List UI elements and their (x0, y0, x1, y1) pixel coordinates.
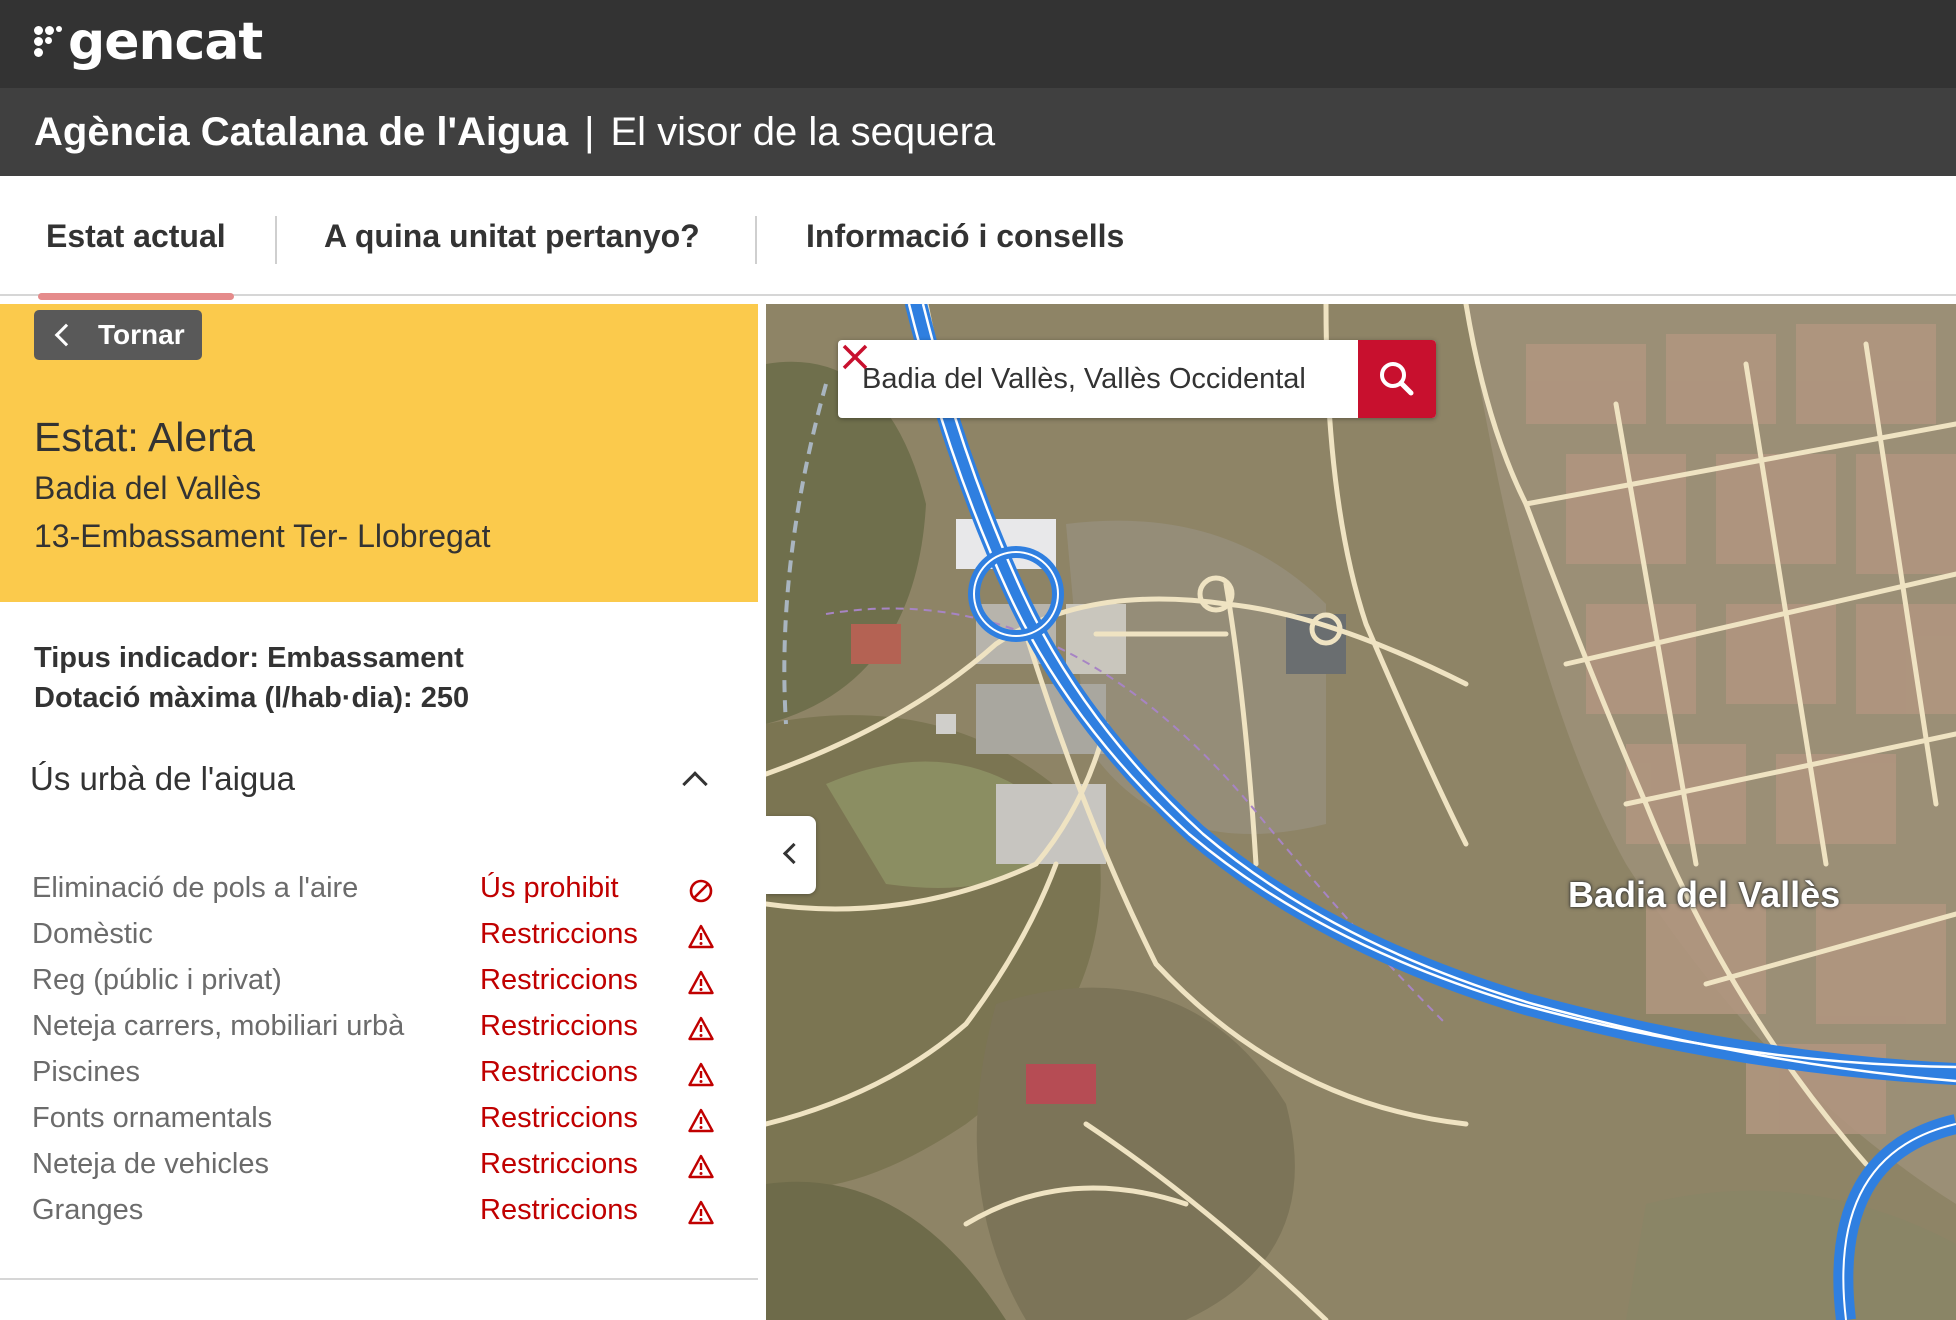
chevron-left-icon (54, 323, 78, 347)
app-subtitle: El visor de la sequera (610, 109, 996, 154)
agency-name[interactable]: Agència Catalana de l'Aigua (34, 110, 568, 155)
warning-icon (688, 970, 714, 995)
max-allocation: Dotació màxima (l/hab·dia): 250 (34, 682, 470, 714)
search-box (838, 340, 1436, 418)
use-name: Neteja de vehicles (32, 1148, 269, 1180)
use-name: Fonts ornamentals (32, 1102, 273, 1134)
urban-use-section-toggle[interactable]: Ús urbà de l'aigua (30, 754, 720, 804)
status-title: Estat: Alerta (34, 414, 256, 460)
warning-icon (688, 1108, 714, 1133)
satellite-map[interactable] (766, 304, 1956, 1320)
use-row: Domèstic Restriccions (32, 914, 722, 960)
use-status: Restriccions (480, 1148, 638, 1180)
tab-unitat[interactable]: A quina unitat pertanyo? (324, 176, 700, 296)
use-row: Reg (públic i privat) Restriccions (32, 960, 722, 1006)
status-box: Tornar Estat: Alerta Badia del Vallès 13… (0, 304, 758, 602)
use-row: Neteja carrers, mobiliari urbà Restricci… (32, 1006, 722, 1052)
warning-icon (688, 1200, 714, 1225)
tab-divider (755, 216, 757, 264)
warning-icon (688, 1062, 714, 1087)
use-row: Granges Restriccions (32, 1190, 722, 1236)
warning-icon (688, 1154, 714, 1179)
use-name: Neteja carrers, mobiliari urbà (32, 1010, 405, 1042)
use-status: Restriccions (480, 918, 638, 950)
gencat-logo-text: gencat (68, 12, 263, 72)
use-row: Neteja de vehicles Restriccions (32, 1144, 722, 1190)
use-status: Restriccions (480, 1056, 638, 1088)
chevron-up-icon (682, 771, 708, 797)
uses-list: Eliminació de pols a l'aire Ús prohibit … (32, 868, 722, 1236)
use-name: Granges (32, 1194, 144, 1226)
tab-informacio[interactable]: Informació i consells (806, 176, 1124, 296)
section-title: Ús urbà de l'aigua (30, 760, 295, 797)
use-name: Reg (públic i privat) (32, 964, 282, 996)
use-row: Piscines Restriccions (32, 1052, 722, 1098)
collapse-panel-button[interactable] (766, 816, 816, 894)
municipality-name: Badia del Vallès (34, 470, 262, 506)
indicator-type: Tipus indicador: Embassament (34, 642, 464, 674)
warning-icon (688, 924, 714, 949)
use-name: Eliminació de pols a l'aire (32, 872, 359, 904)
use-status: Restriccions (480, 1194, 638, 1226)
back-button[interactable]: Tornar (34, 310, 202, 360)
back-button-label: Tornar (98, 319, 185, 350)
warning-icon (688, 1016, 714, 1041)
panel-divider (0, 1278, 758, 1280)
map-place-label: Badia del Vallès (1568, 874, 1841, 915)
search-button[interactable] (1358, 340, 1436, 418)
use-status: Ús prohibit (480, 872, 619, 904)
use-status: Restriccions (480, 1102, 638, 1134)
agency-header: Agència Catalana de l'Aigua | El visor d… (0, 88, 1956, 176)
supply-unit: 13-Embassament Ter- Llobregat (34, 518, 491, 554)
header-separator: | (584, 109, 595, 154)
main-tabs: Estat actual A quina unitat pertanyo? In… (0, 176, 1956, 300)
tab-estat-actual[interactable]: Estat actual (38, 176, 234, 300)
search-input[interactable] (838, 340, 1358, 418)
use-status: Restriccions (480, 964, 638, 996)
prohibited-icon (689, 879, 713, 903)
gencat-logo-mark-icon (32, 22, 62, 62)
use-row: Eliminació de pols a l'aire Ús prohibit (32, 868, 722, 914)
use-name: Piscines (32, 1056, 140, 1088)
use-name: Domèstic (32, 918, 153, 950)
close-icon[interactable] (838, 340, 872, 374)
gencat-logo[interactable]: gencat (32, 12, 263, 72)
use-row: Fonts ornamentals Restriccions (32, 1098, 722, 1144)
map-view[interactable]: Badia del Vallès (766, 304, 1956, 1320)
use-status: Restriccions (480, 1010, 638, 1042)
chevron-left-icon (782, 842, 805, 865)
tab-divider (275, 216, 277, 264)
search-icon (1380, 362, 1414, 396)
info-panel: Tornar Estat: Alerta Badia del Vallès 13… (0, 304, 758, 1320)
gencat-topbar: gencat (0, 0, 1956, 88)
